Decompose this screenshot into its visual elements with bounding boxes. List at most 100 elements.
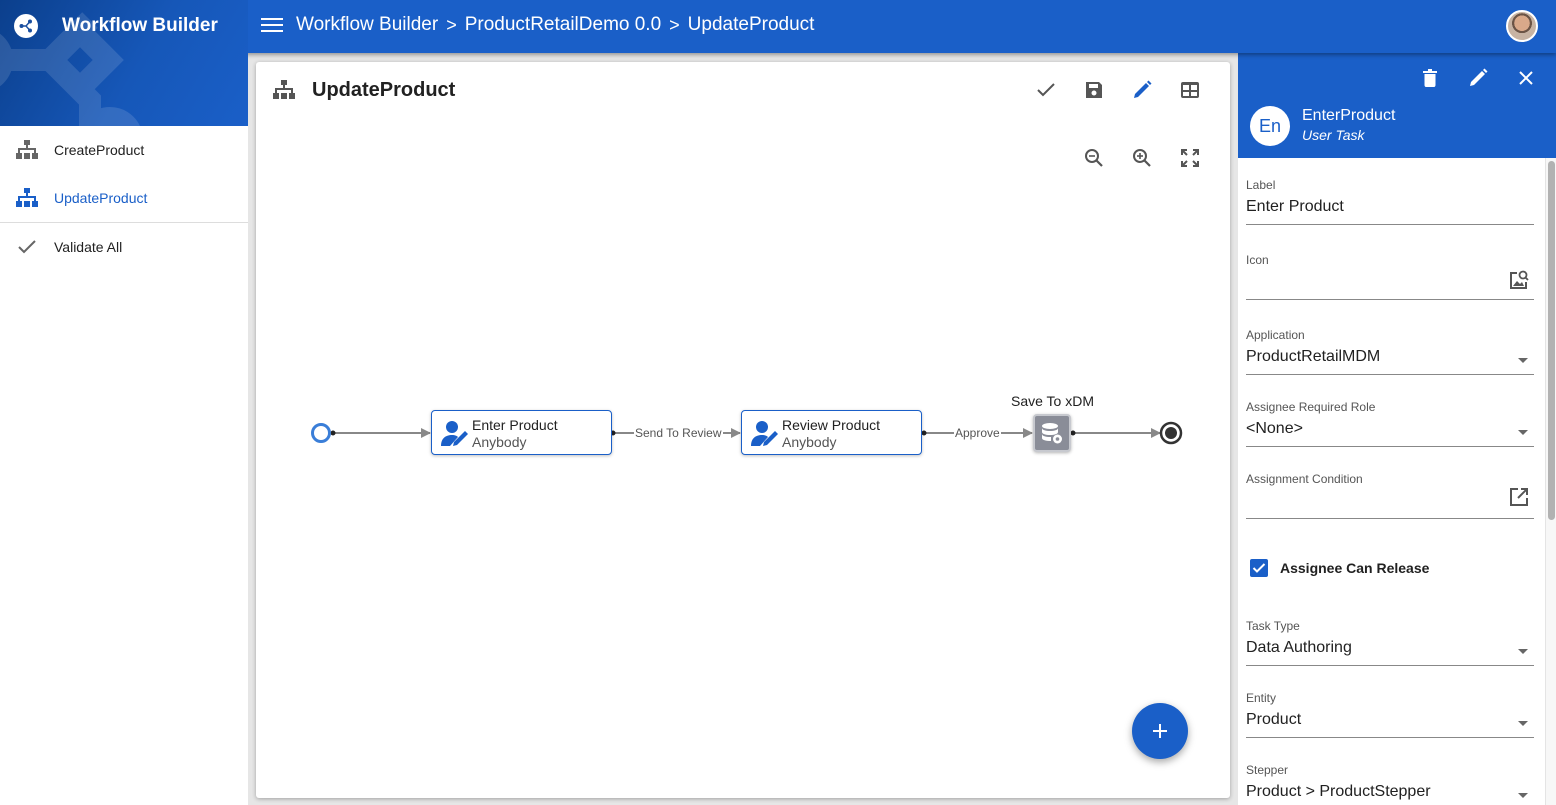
field-label: Application: [1246, 328, 1305, 342]
start-event[interactable]: [311, 423, 331, 443]
sidebar-item-label: CreateProduct: [54, 142, 145, 158]
breadcrumb-separator: >: [446, 14, 457, 35]
breadcrumb-item[interactable]: Workflow Builder: [296, 14, 438, 36]
user-edit-icon: [751, 421, 778, 446]
field-underline: [1246, 374, 1534, 375]
menu-button[interactable]: [261, 14, 283, 38]
sidebar-item-label: UpdateProduct: [54, 190, 148, 206]
pencil-icon: [1470, 68, 1488, 86]
zoom-in-icon: [1133, 149, 1151, 167]
breadcrumb-item[interactable]: ProductRetailDemo 0.0: [465, 14, 661, 36]
pencil-icon: [1134, 80, 1152, 98]
menu-icon-line: [261, 30, 283, 32]
entity-value[interactable]: Product: [1246, 711, 1534, 733]
assignee-role-value[interactable]: <None>: [1246, 420, 1534, 442]
properties-panel: En EnterProduct User Task Label Enter Pr…: [1238, 53, 1556, 805]
check-icon: [1252, 563, 1266, 573]
brand-header: Workflow Builder: [0, 0, 248, 126]
icon-field[interactable]: Icon: [1246, 253, 1534, 300]
application-select[interactable]: Application ProductRetailMDM: [1246, 328, 1534, 375]
trash-icon: [1423, 69, 1437, 87]
sitemap-icon: [16, 139, 38, 161]
stepper-select[interactable]: Stepper Product > ProductStepper: [1246, 763, 1534, 805]
task-review-product[interactable]: Review Product Anybody: [741, 410, 922, 455]
open-in-new-icon[interactable]: [1508, 486, 1530, 508]
task-enter-product[interactable]: Enter Product Anybody: [431, 410, 612, 455]
node-avatar: En: [1250, 106, 1290, 146]
task-type-select[interactable]: Task Type Data Authoring: [1246, 619, 1534, 666]
validate-button[interactable]: [1028, 72, 1064, 108]
assignment-condition-field[interactable]: Assignment Condition: [1246, 472, 1534, 519]
add-node-button[interactable]: [1132, 703, 1188, 759]
fit-screen-button[interactable]: [1172, 140, 1208, 176]
image-search-icon[interactable]: [1508, 269, 1530, 291]
close-icon: [1519, 71, 1533, 85]
edge-start-to-enter[interactable]: [330, 428, 431, 438]
field-label: Assignee Required Role: [1246, 400, 1376, 414]
table-view-button[interactable]: [1172, 72, 1208, 108]
sidebar-item-updateproduct[interactable]: UpdateProduct: [0, 174, 248, 222]
chevron-down-icon[interactable]: [1518, 721, 1528, 726]
stepper-value[interactable]: Product > ProductStepper: [1246, 783, 1534, 805]
label-input[interactable]: Enter Product: [1246, 198, 1534, 220]
sidebar-item-label: Validate All: [54, 239, 123, 255]
breadcrumb: Workflow Builder > ProductRetailDemo 0.0…: [296, 14, 814, 36]
close-panel-button[interactable]: [1508, 60, 1544, 96]
chevron-down-icon[interactable]: [1518, 793, 1528, 798]
task-assignee: Anybody: [782, 434, 837, 450]
expand-icon: [1181, 149, 1199, 167]
assignee-can-release-checkbox[interactable]: Assignee Can Release: [1250, 559, 1429, 577]
breadcrumb-item: UpdateProduct: [687, 14, 815, 35]
menu-icon-line: [261, 18, 283, 20]
save-icon: [1086, 82, 1102, 98]
field-label: Entity: [1246, 691, 1277, 705]
edge-label: Send To Review: [634, 426, 723, 440]
app-title: Workflow Builder: [62, 15, 218, 36]
delete-node-button[interactable]: [1412, 60, 1448, 96]
field-underline: [1246, 224, 1534, 225]
panel-scrollbar[interactable]: [1545, 158, 1556, 805]
task-type-value[interactable]: Data Authoring: [1246, 639, 1534, 661]
edge-save-to-end[interactable]: [1070, 428, 1161, 438]
field-label: Icon: [1246, 253, 1269, 267]
checkbox-label: Assignee Can Release: [1280, 560, 1430, 576]
icon-input[interactable]: [1246, 273, 1534, 295]
chevron-down-icon[interactable]: [1518, 430, 1528, 435]
check-icon: [16, 236, 38, 258]
field-underline: [1246, 446, 1534, 447]
edit-node-button[interactable]: [1460, 60, 1496, 96]
task-label: Review Product: [782, 417, 881, 433]
canvas-title: UpdateProduct: [312, 78, 456, 101]
user-avatar[interactable]: [1506, 10, 1538, 42]
label-field[interactable]: Label Enter Product: [1246, 178, 1534, 225]
application-value[interactable]: ProductRetailMDM: [1246, 348, 1534, 370]
sidebar-item-createproduct[interactable]: CreateProduct: [0, 126, 248, 174]
database-settings-icon: [1042, 423, 1062, 444]
breadcrumb-separator: >: [669, 14, 680, 35]
checkbox-checked[interactable]: [1250, 559, 1268, 577]
service-task-save-to-xdm[interactable]: [1033, 414, 1071, 452]
node-type: User Task: [1302, 127, 1365, 143]
service-task-label: Save To xDM: [1011, 393, 1094, 409]
scrollbar-thumb[interactable]: [1548, 161, 1555, 520]
entity-select[interactable]: Entity Product: [1246, 691, 1534, 738]
save-button[interactable]: [1076, 72, 1112, 108]
field-label: Label: [1246, 178, 1276, 192]
assignee-role-select[interactable]: Assignee Required Role <None>: [1246, 400, 1534, 447]
field-label: Task Type: [1246, 619, 1300, 633]
task-label: Enter Product: [472, 417, 558, 433]
field-underline: [1246, 518, 1534, 519]
chevron-down-icon[interactable]: [1518, 358, 1528, 363]
edit-button[interactable]: [1124, 72, 1160, 108]
user-edit-icon: [441, 421, 468, 446]
zoom-out-button[interactable]: [1076, 140, 1112, 176]
zoom-in-button[interactable]: [1124, 140, 1160, 176]
field-underline: [1246, 737, 1534, 738]
assignment-condition-input[interactable]: [1246, 492, 1534, 514]
sidebar-item-validate-all[interactable]: Validate All: [0, 223, 248, 271]
chevron-down-icon[interactable]: [1518, 649, 1528, 654]
zoom-out-icon: [1085, 149, 1103, 167]
sidebar: CreateProduct UpdateProduct Validate All: [0, 126, 248, 805]
end-event[interactable]: [1159, 421, 1183, 445]
field-label: Stepper: [1246, 763, 1289, 777]
